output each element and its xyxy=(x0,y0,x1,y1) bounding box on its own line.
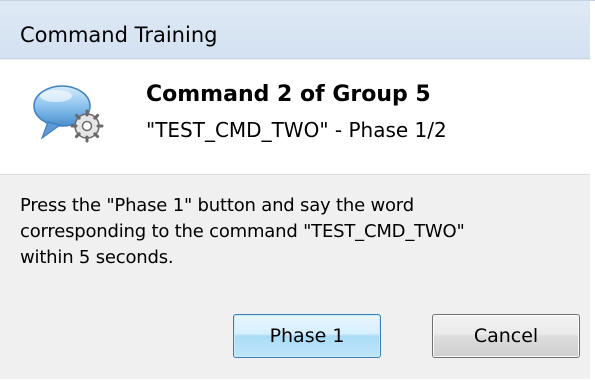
instruction-line: within 5 seconds. xyxy=(20,247,174,268)
command-training-dialog: Command Training Command 2 of Group 5 "T… xyxy=(0,0,595,380)
window-title: Command Training xyxy=(20,23,218,47)
instruction-text: Press the "Phase 1" button and say the w… xyxy=(20,193,580,271)
instruction-line: corresponding to the command "TEST_CMD_T… xyxy=(20,221,465,242)
cancel-button[interactable]: Cancel xyxy=(432,314,580,358)
title-bar[interactable]: Command Training xyxy=(0,1,595,59)
command-phase-subtitle: "TEST_CMD_TWO" - Phase 1/2 xyxy=(146,118,447,142)
speech-bubble-gear-icon xyxy=(33,85,104,143)
phase-1-button[interactable]: Phase 1 xyxy=(233,314,381,358)
header-panel: Command 2 of Group 5 "TEST_CMD_TWO" - Ph… xyxy=(0,60,595,175)
command-progress-title: Command 2 of Group 5 xyxy=(146,82,431,107)
instruction-line: Press the "Phase 1" button and say the w… xyxy=(20,195,414,216)
window-edge xyxy=(590,1,595,380)
